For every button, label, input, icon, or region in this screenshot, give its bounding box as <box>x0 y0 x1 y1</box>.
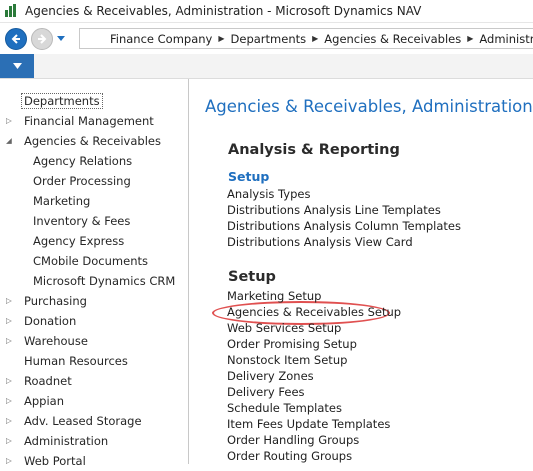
breadcrumb-item[interactable]: Agencies & Receivables <box>318 32 467 46</box>
nav-item-label: Purchasing <box>24 294 87 308</box>
nav-item[interactable]: Marketing <box>0 191 188 211</box>
nav-item[interactable]: ◢ Agencies & Receivables <box>0 131 188 151</box>
nav-item-label: Warehouse <box>24 334 88 348</box>
content-area: Agencies & Receivables, Administration A… <box>190 79 533 464</box>
analysis-setup-subheading: Setup <box>228 169 270 184</box>
nav-item[interactable]: Order Processing <box>0 171 188 191</box>
action-link[interactable]: Schedule Templates <box>227 400 342 416</box>
action-link[interactable]: Distributions Analysis View Card <box>227 234 413 250</box>
ribbon-menu-button[interactable] <box>0 54 34 78</box>
nav-item-label: Appian <box>24 394 64 408</box>
nav-item[interactable]: ▷ Appian <box>0 391 188 411</box>
nav-item-label: Agencies & Receivables <box>24 134 161 148</box>
nav-item-label: Order Processing <box>33 174 131 188</box>
nav-item-label: Agency Relations <box>33 154 133 168</box>
history-dropdown[interactable] <box>56 34 66 44</box>
nav-item-label: Donation <box>24 314 77 328</box>
nav-item[interactable]: ▷ Administration <box>0 431 188 451</box>
back-arrow-icon <box>11 33 20 44</box>
nav-item[interactable]: ▷ Web Portal <box>0 451 188 471</box>
action-link[interactable]: Distributions Analysis Column Templates <box>227 218 461 234</box>
navigation-bar: Finance Company ▶ Departments ▶ Agencies & R… <box>0 23 533 54</box>
back-button[interactable] <box>5 27 27 50</box>
app-icon <box>4 4 18 18</box>
forward-button[interactable] <box>31 27 53 50</box>
nav-item[interactable]: Agency Relations <box>0 151 188 171</box>
nav-item-label: Marketing <box>33 194 91 208</box>
breadcrumb-item[interactable]: Departments <box>225 32 313 46</box>
expand-triangle-icon[interactable]: ▷ <box>6 111 16 131</box>
expand-triangle-icon[interactable]: ▷ <box>6 371 16 391</box>
action-link[interactable]: Order Handling Groups <box>227 432 359 448</box>
nav-item-label: Adv. Leased Storage <box>24 414 142 428</box>
nav-item[interactable]: Human Resources <box>0 351 188 371</box>
navigation-pane: Departments ▷ Financial Management ◢ Agencie… <box>0 79 189 468</box>
title-bar: Agencies & Receivables, Administration -… <box>0 0 533 23</box>
ribbon-dropdown-icon <box>12 63 22 69</box>
breadcrumb-item[interactable]: Administration <box>473 32 533 46</box>
expand-triangle-icon[interactable]: ▷ <box>6 411 16 431</box>
nav-item[interactable]: ▷ Purchasing <box>0 291 188 311</box>
breadcrumb-item[interactable]: Finance Company <box>80 32 218 46</box>
nav-item[interactable]: Departments <box>0 91 188 111</box>
action-link[interactable]: Agencies & Receivables Setup <box>227 304 401 320</box>
nav-item[interactable]: ▷ Warehouse <box>0 331 188 351</box>
expand-triangle-icon[interactable]: ▷ <box>6 331 16 351</box>
nav-item[interactable]: ▷ Donation <box>0 311 188 331</box>
action-link[interactable]: Delivery Fees <box>227 384 305 400</box>
action-link[interactable]: Web Services Setup <box>227 320 341 336</box>
nav-item-label: Human Resources <box>24 354 128 368</box>
action-link[interactable]: Order Routing Groups <box>227 448 352 464</box>
action-link[interactable]: Item Fees Update Templates <box>227 416 390 432</box>
action-link[interactable]: Marketing Setup <box>227 288 321 304</box>
action-link[interactable]: Distributions Analysis Line Templates <box>227 202 441 218</box>
nav-item[interactable]: Agency Express <box>0 231 188 251</box>
expand-triangle-icon[interactable]: ▷ <box>6 431 16 451</box>
action-link[interactable]: Analysis Types <box>227 186 310 202</box>
nav-item[interactable]: ▷ Adv. Leased Storage <box>0 411 188 431</box>
nav-item[interactable]: Inventory & Fees <box>0 211 188 231</box>
address-bar[interactable]: Finance Company ▶ Departments ▶ Agencies & R… <box>79 28 533 49</box>
nav-item-label: CMobile Documents <box>33 254 148 268</box>
setup-heading: Setup <box>228 269 276 285</box>
ribbon <box>0 54 533 79</box>
nav-item-label: Microsoft Dynamics CRM <box>33 274 176 288</box>
nav-item[interactable]: Microsoft Dynamics CRM <box>0 271 188 291</box>
action-link[interactable]: Delivery Zones <box>227 368 314 384</box>
expand-triangle-icon[interactable]: ▷ <box>6 451 16 471</box>
expand-triangle-icon[interactable]: ▷ <box>6 391 16 411</box>
nav-item-label: Departments <box>21 93 103 109</box>
nav-item[interactable]: ▷ Financial Management <box>0 111 188 131</box>
nav-item-label: Web Portal <box>24 454 86 468</box>
expand-triangle-icon[interactable]: ▷ <box>6 311 16 331</box>
nav-item-label: Financial Management <box>24 114 154 128</box>
action-link[interactable]: Order Promising Setup <box>227 336 357 352</box>
page-title: Agencies & Receivables, Administration <box>205 97 533 116</box>
forward-arrow-icon <box>38 33 47 44</box>
analysis-reporting-heading: Analysis & Reporting <box>228 142 400 158</box>
nav-item[interactable]: CMobile Documents <box>0 251 188 271</box>
nav-item-label: Roadnet <box>24 374 72 388</box>
collapse-triangle-icon[interactable]: ◢ <box>6 131 16 151</box>
action-link[interactable]: Nonstock Item Setup <box>227 352 347 368</box>
nav-item-label: Administration <box>24 434 109 448</box>
window-title: Agencies & Receivables, Administration -… <box>25 4 422 18</box>
nav-dropdown-icon <box>57 36 65 41</box>
expand-triangle-icon[interactable]: ▷ <box>6 291 16 311</box>
nav-item-label: Agency Express <box>33 234 125 248</box>
nav-item[interactable]: ▷ Roadnet <box>0 371 188 391</box>
nav-item-label: Inventory & Fees <box>33 214 131 228</box>
